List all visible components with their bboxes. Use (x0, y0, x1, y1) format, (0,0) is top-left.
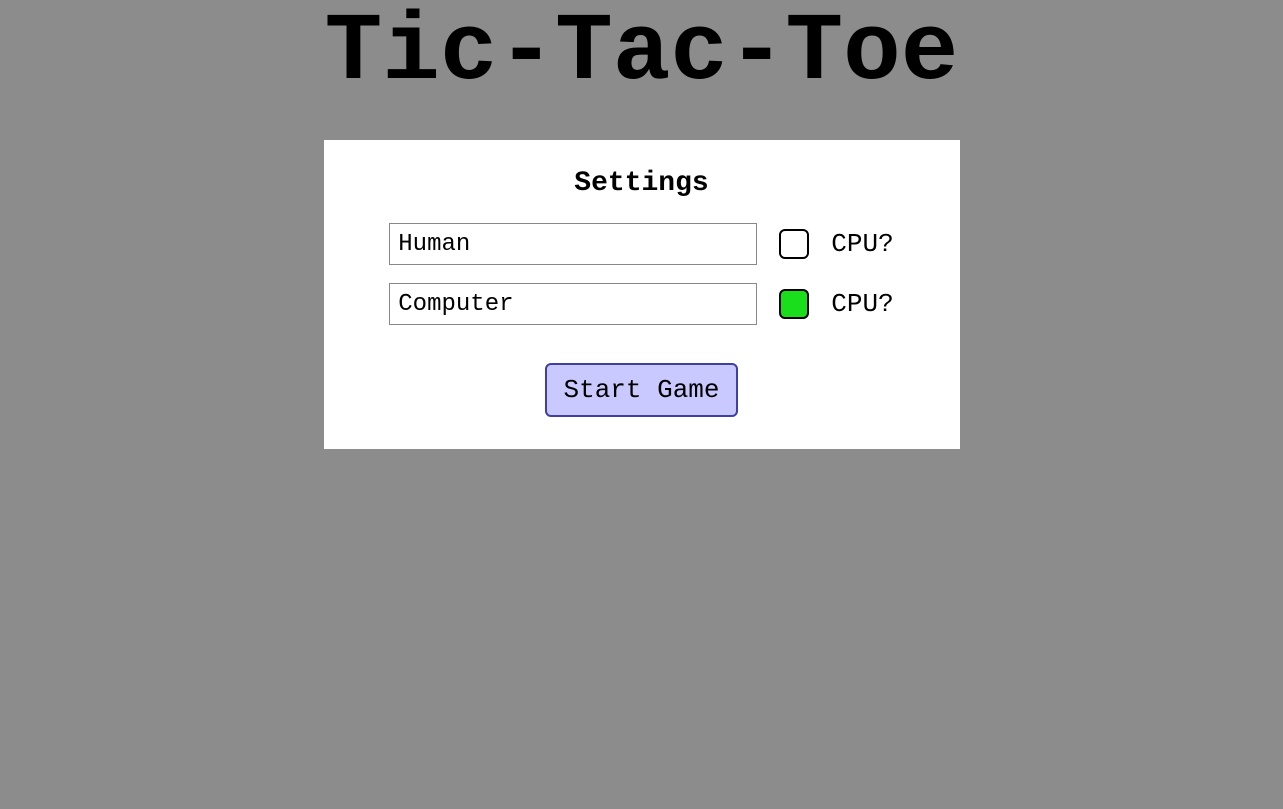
player2-name-input[interactable] (389, 283, 757, 325)
player2-cpu-label: CPU? (831, 289, 893, 319)
player2-cpu-checkbox[interactable] (779, 289, 809, 319)
settings-modal: Settings CPU? CPU? Start Game (324, 140, 960, 449)
player1-cpu-checkbox[interactable] (779, 229, 809, 259)
start-game-button[interactable]: Start Game (545, 363, 737, 417)
modal-title: Settings (574, 168, 708, 199)
player1-name-input[interactable] (389, 223, 757, 265)
player1-cpu-label: CPU? (831, 229, 893, 259)
modal-overlay[interactable]: Settings CPU? CPU? Start Game (0, 0, 1283, 809)
player2-row: CPU? (389, 283, 893, 325)
player1-row: CPU? (389, 223, 893, 265)
